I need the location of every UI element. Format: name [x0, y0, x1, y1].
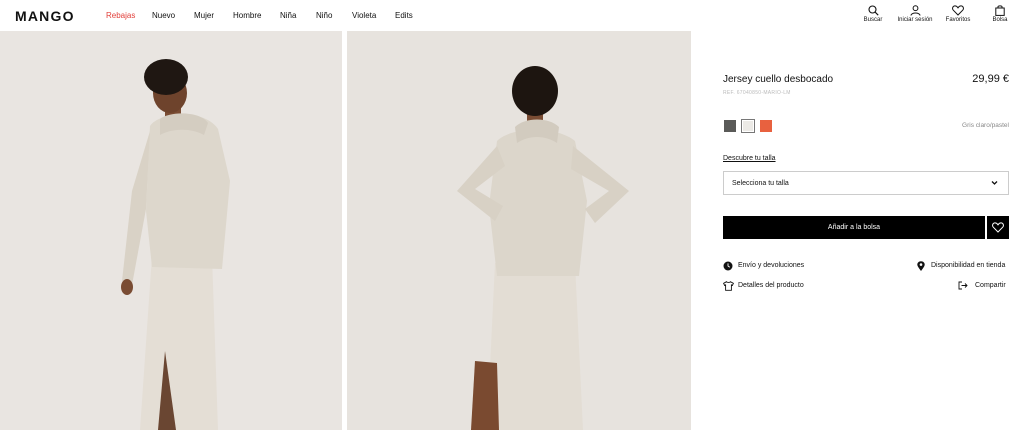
- search-label: Buscar: [863, 17, 883, 23]
- header-tools: Buscar Iniciar sesión Favoritos Bolsa: [0, 5, 1024, 31]
- color-swatch-light-grey-selected[interactable]: [741, 119, 755, 133]
- share-label: Compartir: [975, 282, 1006, 289]
- clock-icon: [723, 261, 733, 271]
- search-icon: [867, 5, 879, 16]
- product-details-label: Detalles del producto: [738, 282, 804, 289]
- heart-outline-icon: [992, 222, 1004, 233]
- store-availability-link[interactable]: Disponibilidad en tienda: [917, 261, 1009, 272]
- product-photo-back[interactable]: [347, 31, 691, 430]
- search-button[interactable]: Buscar: [862, 5, 884, 23]
- product-price: 29,99 €: [972, 73, 1009, 85]
- bag-label: Bolsa: [992, 17, 1008, 23]
- product-details-link[interactable]: Detalles del producto: [723, 281, 843, 292]
- chevron-down-icon: [991, 181, 998, 185]
- selected-color-name: Gris claro/pastel: [962, 122, 1009, 129]
- shirt-icon: [723, 281, 734, 291]
- location-pin-icon: [917, 261, 925, 271]
- bag-icon: [995, 5, 1005, 16]
- size-select[interactable]: Selecciona tu talla: [723, 171, 1009, 195]
- login-button[interactable]: Iniciar sesión: [895, 5, 935, 23]
- shipping-returns-link[interactable]: Envío y devoluciones: [723, 261, 843, 272]
- color-swatch-coral[interactable]: [760, 120, 772, 132]
- favorites-button[interactable]: Favoritos: [943, 5, 973, 23]
- size-guide-link[interactable]: Descubre tu talla: [723, 155, 776, 162]
- product-title: Jersey cuello desbocado: [723, 74, 834, 85]
- model-back-illustration: [347, 31, 691, 430]
- shipping-returns-label: Envío y devoluciones: [738, 262, 805, 269]
- favorites-label: Favoritos: [945, 17, 971, 23]
- add-to-bag-button[interactable]: Añadir a la bolsa: [723, 216, 985, 239]
- share-link[interactable]: Compartir: [958, 281, 1009, 292]
- bag-button[interactable]: Bolsa: [990, 5, 1010, 23]
- user-icon: [910, 5, 920, 16]
- store-availability-label: Disponibilidad en tienda: [931, 262, 1006, 269]
- size-select-label: Selecciona tu talla: [732, 180, 789, 187]
- product-reference: REF. 67040850-MARIO-LM: [723, 90, 791, 96]
- login-label: Iniciar sesión: [897, 17, 933, 23]
- site-header: MANGO Rebajas Nuevo Mujer Hombre Niña Ni…: [0, 0, 1024, 31]
- heart-icon: [952, 5, 964, 16]
- product-photo-side[interactable]: [0, 31, 342, 430]
- model-side-illustration: [0, 31, 342, 430]
- color-swatch-dark-grey[interactable]: [724, 120, 736, 132]
- add-to-favorites-button[interactable]: [987, 216, 1009, 239]
- share-icon: [958, 281, 968, 290]
